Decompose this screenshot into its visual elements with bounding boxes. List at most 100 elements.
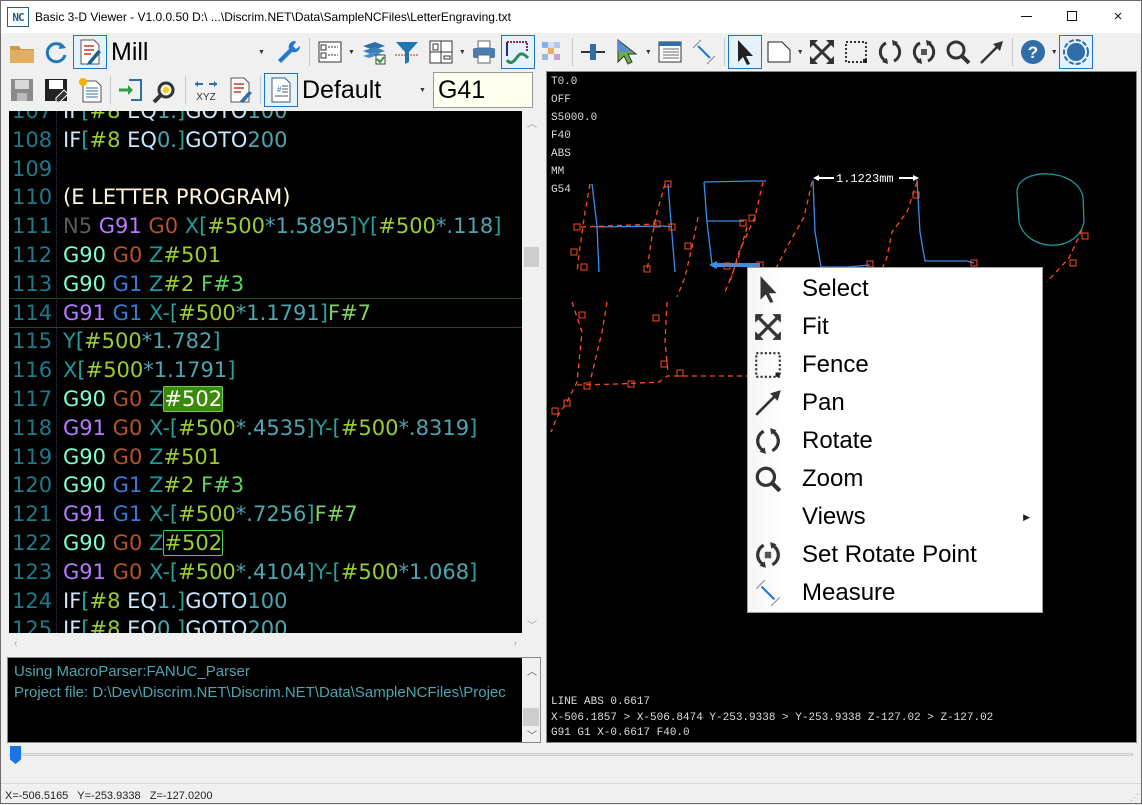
format-button[interactable]: [223, 73, 257, 107]
menu-item-select[interactable]: Select: [748, 270, 1042, 308]
filter-button[interactable]: [390, 35, 424, 69]
menu-item-fence[interactable]: Fence: [748, 346, 1042, 384]
select-tool-button[interactable]: [727, 35, 762, 69]
checklist-dropdown-icon[interactable]: ▼: [348, 49, 355, 56]
maximize-button[interactable]: [1049, 1, 1095, 31]
help-button[interactable]: ?: [1016, 35, 1050, 69]
rotate-button[interactable]: [873, 35, 907, 69]
find-icon: [152, 81, 175, 104]
zoom-button[interactable]: [941, 35, 975, 69]
output-log[interactable]: Using MacroParser:FANUC_Parser Project f…: [7, 657, 541, 743]
layers-button[interactable]: [356, 35, 390, 69]
code-editor[interactable]: 107 IF[#8 EQ1.]GOTO100 108 IF[#8 EQ0.]GOTO2…: [9, 111, 522, 633]
scroll-thumb[interactable]: [523, 708, 539, 726]
scroll-right-icon[interactable]: ›: [514, 638, 517, 649]
code-line[interactable]: 120 G90 G1 Z#2 F#3: [9, 471, 522, 500]
menu-item-measure[interactable]: Measure: [748, 574, 1042, 612]
xyz-button[interactable]: XYZ: [189, 73, 223, 107]
color-grid-button[interactable]: [535, 35, 569, 69]
pan-button[interactable]: [975, 35, 1009, 69]
find-button[interactable]: [148, 73, 182, 107]
save-as-button[interactable]: [39, 73, 73, 107]
edit-file-button[interactable]: [73, 35, 107, 69]
record-button[interactable]: [1058, 35, 1093, 69]
path-view-button[interactable]: [500, 35, 535, 69]
code-token: 200: [247, 127, 288, 152]
page-button[interactable]: [762, 35, 796, 69]
folder-icon: [10, 46, 34, 63]
measure-button[interactable]: [687, 35, 721, 69]
gcode-input[interactable]: G41: [432, 72, 533, 108]
playback-slider-thumb[interactable]: [10, 746, 21, 764]
code-token: #8: [89, 111, 128, 123]
close-button[interactable]: ×: [1095, 1, 1141, 31]
code-line[interactable]: 119 G90 G0 Z#501: [9, 443, 522, 472]
code-line[interactable]: 117 G90 G0 Z#502: [9, 385, 522, 414]
pick-color-button[interactable]: [610, 35, 644, 69]
numbering-button[interactable]: #: [264, 73, 298, 107]
code-line[interactable]: 112 G90 G0 Z#501: [9, 241, 522, 270]
editor-vertical-scrollbar[interactable]: ︿ ﹀: [522, 111, 541, 633]
code-token: X-: [148, 559, 170, 584]
code-line[interactable]: 121 G91 G1 X-[#500*.7256]F#7: [9, 500, 522, 529]
code-token: ]: [227, 358, 236, 383]
import-button[interactable]: [114, 73, 148, 107]
pick-dropdown-icon[interactable]: ▼: [645, 49, 652, 56]
profile-dropdown-icon[interactable]: ▼: [419, 87, 426, 94]
code-token: [: [75, 329, 85, 354]
menu-item-pan[interactable]: Pan: [748, 384, 1042, 422]
code-line[interactable]: 111 N5 G91 G0 X[#500*1.5895]Y[#500*.118]: [9, 212, 522, 241]
minimize-button[interactable]: [1003, 1, 1049, 31]
machine-dropdown-icon[interactable]: ▼: [258, 49, 265, 56]
code-line[interactable]: 124 IF[#8 EQ1.]GOTO100: [9, 587, 522, 616]
print-button[interactable]: [467, 35, 501, 69]
scroll-left-icon[interactable]: ‹: [14, 638, 17, 649]
new-file-button[interactable]: [73, 73, 107, 107]
menu-item-fit[interactable]: Fit: [748, 308, 1042, 346]
code-line[interactable]: 109: [9, 155, 522, 184]
scroll-down-icon[interactable]: ﹀: [527, 617, 537, 632]
code-line[interactable]: 114 G91 G1 X-[#500*1.1791]F#7: [9, 297, 522, 329]
layout-dropdown-icon[interactable]: ▼: [459, 49, 466, 56]
code-token: ]: [319, 300, 328, 325]
editor-horizontal-scrollbar[interactable]: ‹ ›: [9, 633, 522, 655]
resize-grip-icon[interactable]: ⋰: [1130, 792, 1139, 803]
code-line[interactable]: 108 IF[#8 EQ0.]GOTO200: [9, 126, 522, 155]
machine-select[interactable]: Mill: [107, 36, 257, 68]
output-scrollbar[interactable]: ︿ ﹀: [522, 658, 540, 742]
profile-select[interactable]: Default: [298, 74, 418, 106]
menu-item-views[interactable]: Views ▶: [748, 498, 1042, 536]
table-button[interactable]: [653, 35, 687, 69]
code-line[interactable]: 125 IF[#8 EQ0.]GOTO200: [9, 615, 522, 633]
layout-button[interactable]: [424, 35, 458, 69]
fit-button[interactable]: [805, 35, 839, 69]
scroll-thumb[interactable]: [524, 247, 539, 267]
checklist-button[interactable]: [313, 35, 347, 69]
code-line[interactable]: 122 G90 G0 Z#502: [9, 529, 522, 558]
fence-button[interactable]: [839, 35, 873, 69]
scroll-up-icon[interactable]: ︿: [527, 662, 537, 683]
scroll-down-icon[interactable]: ﹀: [527, 726, 537, 742]
set-rotate-point-button[interactable]: [907, 35, 941, 69]
menu-item-zoom[interactable]: Zoom: [748, 460, 1042, 498]
scroll-up-icon[interactable]: ︿: [527, 115, 537, 130]
code-line[interactable]: 123 G91 G0 X-[#500*.4104]Y-[#500*1.068]: [9, 558, 522, 587]
save-button[interactable]: [5, 73, 39, 107]
printer-icon: [472, 40, 495, 64]
code-line[interactable]: 113 G90 G1 Z#2 F#3: [9, 270, 522, 299]
code-line[interactable]: 110 (E LETTER PROGRAM): [9, 183, 522, 212]
code-line[interactable]: 107 IF[#8 EQ1.]GOTO100: [9, 111, 522, 126]
page-dropdown-icon[interactable]: ▼: [797, 49, 804, 56]
code-line[interactable]: 115 Y[#500*1.782]: [9, 327, 522, 356]
code-line[interactable]: 118 G91 G0 X-[#500*.4535]Y-[#500*.8319]: [9, 414, 522, 443]
menu-item-rotate[interactable]: Rotate: [748, 422, 1042, 460]
insert-point-button[interactable]: [576, 35, 610, 69]
settings-button[interactable]: [272, 35, 306, 69]
point-marker: [684, 242, 692, 250]
open-button[interactable]: [5, 35, 39, 69]
help-dropdown-icon[interactable]: ▼: [1051, 49, 1058, 56]
menu-item-set-rotate-point[interactable]: Set Rotate Point: [748, 536, 1042, 574]
reload-button[interactable]: [39, 35, 73, 69]
playback-slider-track[interactable]: [9, 753, 1133, 756]
code-line[interactable]: 116 X[#500*1.1791]: [9, 356, 522, 385]
